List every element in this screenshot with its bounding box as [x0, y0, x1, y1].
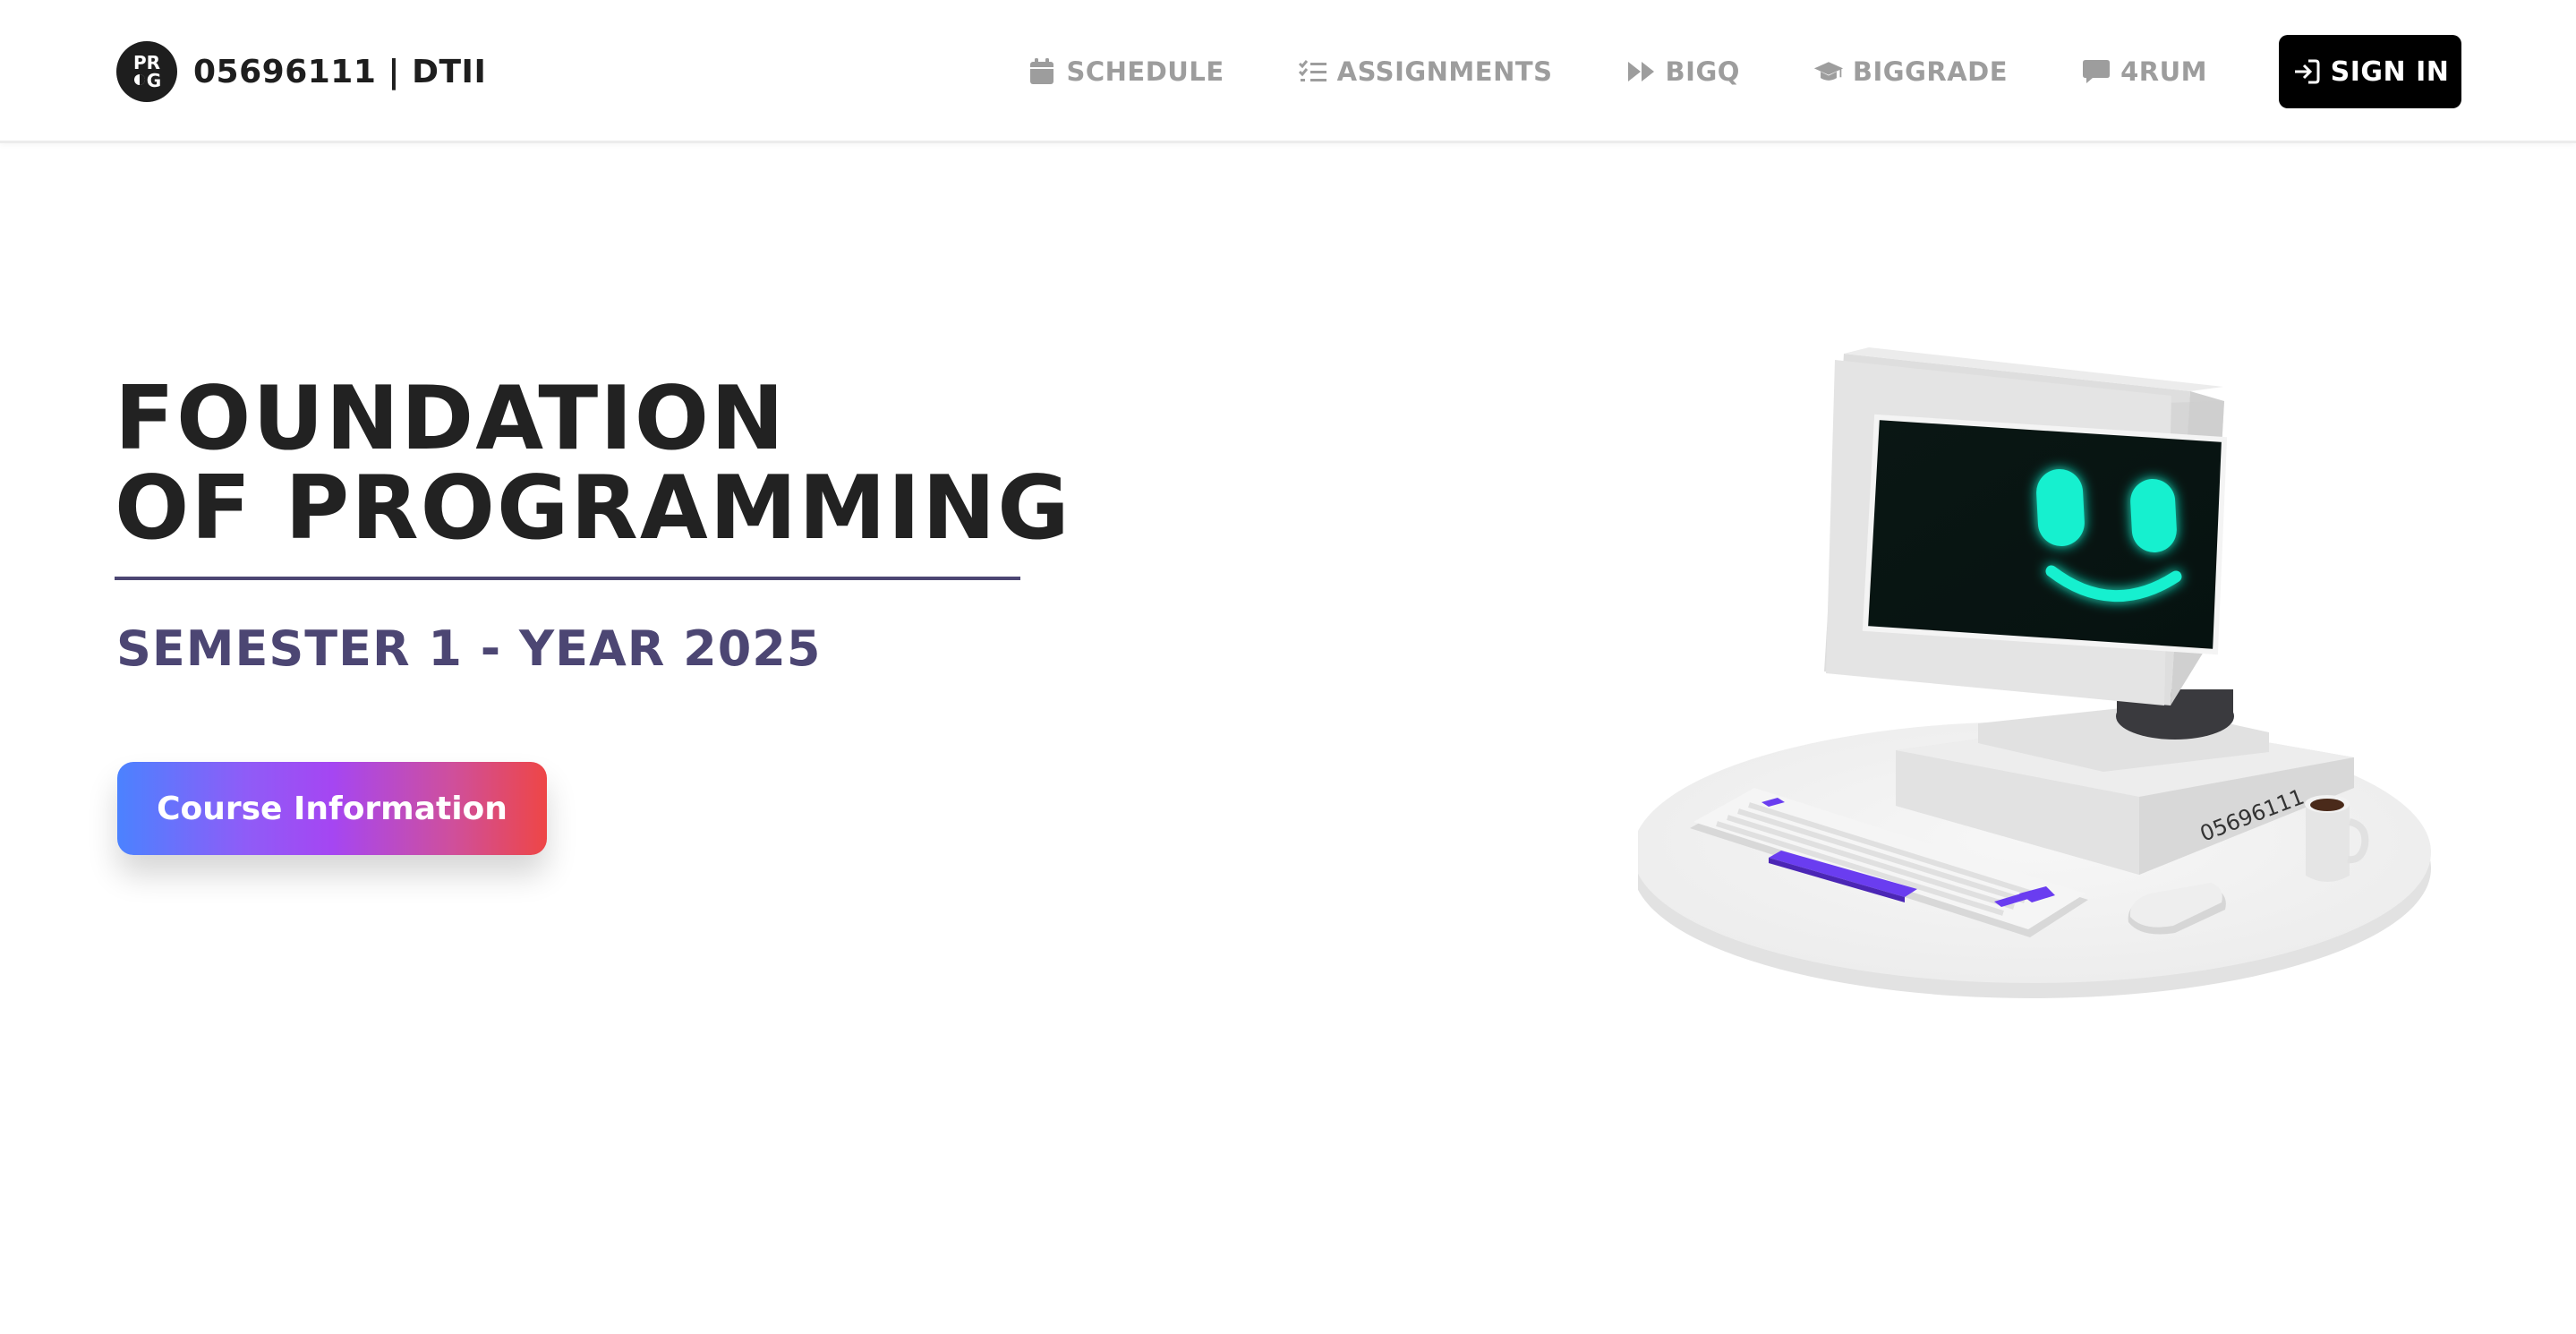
- page-title-line-1: FOUNDATION: [115, 368, 787, 470]
- site-title: 05696111 | DTII: [193, 53, 487, 90]
- main-nav: SCHEDULE ASSIGNMENTS BIGQ BIGGRADE 4RUM …: [1027, 35, 2461, 108]
- title-divider: [115, 577, 1020, 580]
- nav-bigq[interactable]: BIGQ: [1626, 56, 1740, 87]
- logo-bottom-text: G: [147, 70, 161, 91]
- nav-assignments[interactable]: ASSIGNMENTS: [1298, 56, 1553, 87]
- sign-in-icon: [2291, 56, 2322, 87]
- chat-bubble-icon: [2081, 56, 2111, 87]
- sign-in-button[interactable]: SIGN IN: [2279, 35, 2461, 108]
- nav-assignments-label: ASSIGNMENTS: [1336, 56, 1553, 87]
- calendar-icon: [1027, 56, 1057, 87]
- graduation-cap-icon: [1813, 56, 1844, 87]
- monitor: [1824, 347, 2228, 705]
- semester-subtitle: SEMESTER 1 - YEAR 2025: [116, 620, 822, 677]
- nav-bigq-label: BIGQ: [1665, 56, 1740, 87]
- nav-schedule-label: SCHEDULE: [1066, 56, 1224, 87]
- nav-biggrade-label: BIGGRADE: [1852, 56, 2009, 87]
- sign-in-label: SIGN IN: [2330, 56, 2450, 88]
- checklist-icon: [1298, 56, 1328, 87]
- nav-4rum-label: 4RUM: [2120, 56, 2207, 87]
- top-navbar: PR G 05696111 | DTII SCHEDULE ASSIGNMENT…: [0, 0, 2576, 143]
- nav-4rum[interactable]: 4RUM: [2081, 56, 2207, 87]
- nav-schedule[interactable]: SCHEDULE: [1027, 56, 1224, 87]
- fast-forward-icon: [1626, 56, 1657, 87]
- page-title-line-2: OF PROGRAMMING: [115, 457, 1071, 560]
- brand[interactable]: PR G 05696111 | DTII: [116, 40, 486, 103]
- page-title: FOUNDATION OF PROGRAMMING: [115, 374, 1071, 553]
- prog-logo-icon: PR G: [116, 41, 177, 102]
- course-information-button[interactable]: Course Information: [117, 762, 547, 855]
- nav-biggrade[interactable]: BIGGRADE: [1813, 56, 2008, 87]
- retro-computer-illustration: 05696111: [1638, 331, 2461, 1030]
